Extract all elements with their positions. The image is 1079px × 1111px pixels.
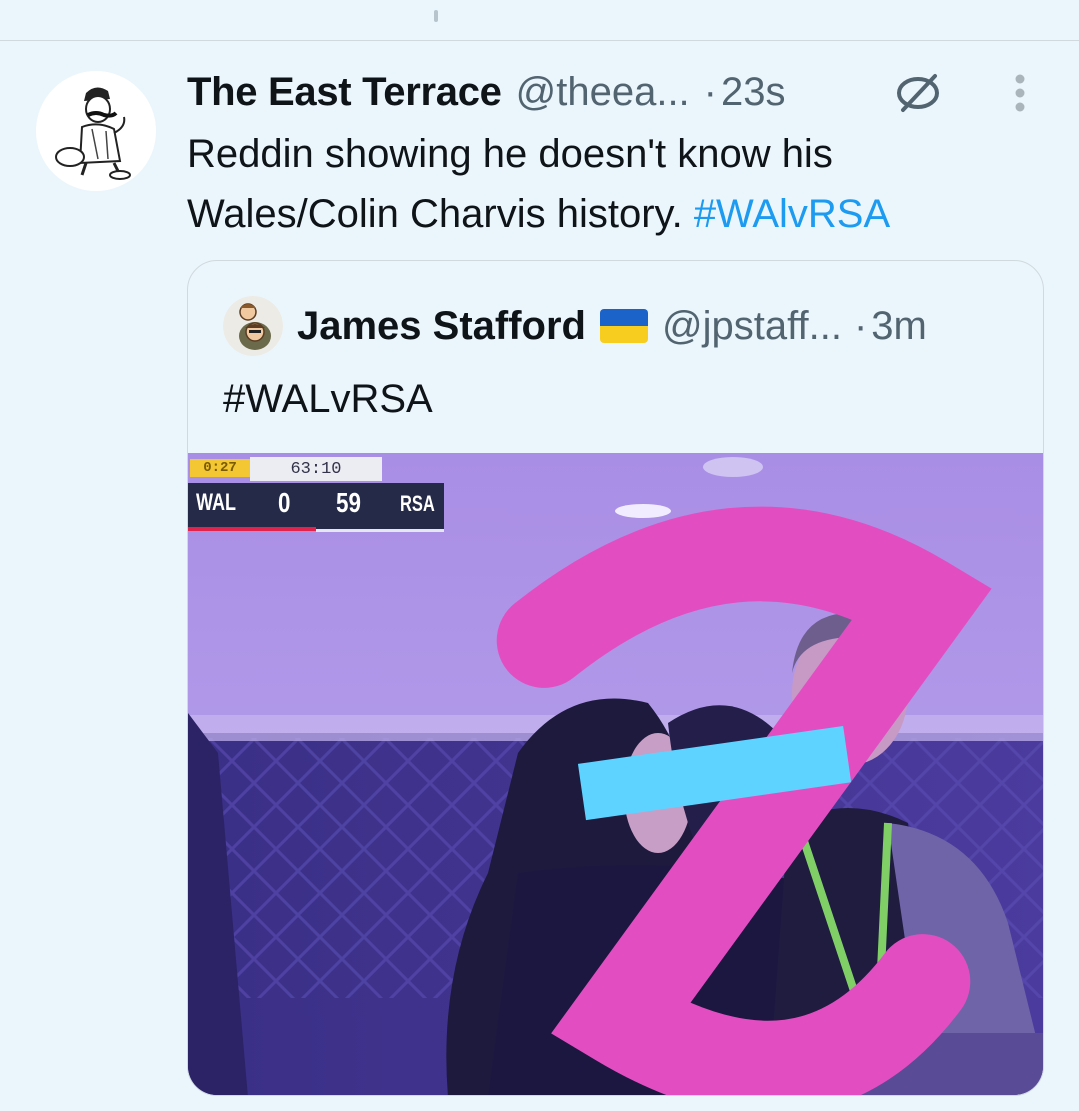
- home-score: 0: [278, 487, 291, 518]
- hashtag-link[interactable]: #WAlvRSA: [694, 192, 890, 236]
- divider: [0, 40, 1079, 41]
- quoted-tweet-header: James Stafford @jpstaff... · 3m: [223, 296, 927, 356]
- scoreboard-game-time: 63:10: [250, 457, 382, 481]
- author-handle[interactable]: @theea...: [516, 70, 690, 115]
- cartoon-avatar-image: [223, 296, 283, 356]
- scoreboard-clock: 0:27: [190, 459, 250, 477]
- author-avatar[interactable]: [36, 71, 156, 191]
- tournament-logo-icon: [496, 506, 992, 1095]
- quoted-author-display-name[interactable]: James Stafford: [297, 304, 586, 349]
- away-score: 59: [336, 487, 361, 518]
- quoted-author-handle[interactable]: @jpstaff...: [662, 304, 842, 349]
- author-display-name[interactable]: The East Terrace: [187, 70, 502, 115]
- home-team: WAL: [196, 489, 236, 516]
- home-color-strip: [188, 527, 316, 531]
- away-team: RSA: [400, 491, 435, 516]
- ukraine-flag-icon: [599, 309, 648, 343]
- separator-dot: ·: [853, 303, 868, 348]
- tweet-header: The East Terrace @theea... · 23s: [187, 66, 1047, 118]
- tweet-timestamp[interactable]: 23s: [721, 70, 786, 115]
- tweet-body: Reddin showing he doesn't know his Wales…: [187, 124, 1047, 244]
- quoted-author-avatar[interactable]: [223, 296, 283, 356]
- vertical-ellipsis-icon[interactable]: [1007, 70, 1033, 116]
- timeline-page: The East Terrace @theea... · 23s Reddin …: [0, 0, 1079, 1111]
- away-color-strip: [316, 529, 444, 532]
- quoted-tweet-photo[interactable]: 0:27 63:10 WAL 0 59 RSA: [188, 453, 1043, 1095]
- quoted-tweet-card[interactable]: James Stafford @jpstaff... · 3m #WALvRSA: [187, 260, 1044, 1096]
- previous-tweet-remnant: [434, 10, 438, 22]
- quoted-tweet-timestamp[interactable]: 3m: [871, 304, 927, 349]
- separator-dot: ·: [703, 69, 717, 114]
- eye-slash-icon[interactable]: [895, 70, 941, 116]
- quoted-tweet-text: #WALvRSA: [223, 377, 433, 421]
- caricature-avatar-image: [36, 71, 156, 191]
